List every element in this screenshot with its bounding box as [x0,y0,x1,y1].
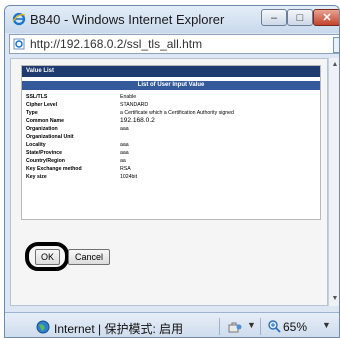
row-key: Cipher Level [26,102,58,108]
row-key: Type [26,110,38,116]
row-key: Locality [26,142,46,148]
table-row: Organizational Unit [22,133,320,141]
row-value: RSA [120,166,131,172]
row-value: aaa [120,126,129,132]
table-row: Cipher Level STANDARD [22,101,320,109]
zoom-level[interactable]: 65% [283,320,307,334]
row-value: 1024bit [120,174,138,180]
zoom-dropdown-arrow-icon[interactable]: ▼ [322,320,331,330]
url-text[interactable]: http://192.168.0.2/ssl_tls_all.htm [30,37,202,51]
table-row: Locality aaa [22,141,320,149]
row-key: Organizational Unit [26,134,74,140]
row-key: Organization [26,126,58,132]
table-row: SSL/TLS Enable [22,93,320,101]
window-title: B840 - Windows Internet Explorer [30,12,225,27]
page-content: Value List List of User Input Value SSL/… [10,58,328,306]
zone-dropdown-arrow-icon[interactable]: ▼ [247,320,256,330]
globe-icon [36,320,50,334]
page-icon [13,38,25,50]
table-row: State/Province aaa [22,149,320,157]
maximize-button[interactable]: □ [287,9,313,26]
panel-title: Value List [22,66,320,77]
table-row: Key Exchange method RSA [22,165,320,173]
zoom-icon[interactable] [267,319,281,333]
row-key: Key size [26,174,47,180]
scroll-up-arrow-icon[interactable]: ▲ [331,61,339,69]
row-key: State/Province [26,150,63,156]
status-bar: Internet | 保护模式: 启用 ▼ 65% ▼ [5,312,339,337]
browser-window: B840 - Windows Internet Explorer – □ ✕ h… [4,5,340,338]
row-value: a Certificate which a Certification Auth… [120,110,234,116]
value-list-panel: Value List List of User Input Value SSL/… [21,65,321,220]
row-value: STANDARD [120,102,149,108]
zone-status-text[interactable]: Internet | 保护模式: 启用 [54,320,183,337]
table-row: Common Name 192.168.0.2 [22,117,320,125]
status-divider [219,318,220,335]
address-bar[interactable]: http://192.168.0.2/ssl_tls_all.htm [9,34,339,54]
internet-explorer-icon [12,12,26,26]
close-button[interactable]: ✕ [313,9,339,26]
table-row: Key size 1024bit [22,173,320,181]
ok-button[interactable]: OK [35,249,60,265]
scroll-down-arrow-icon[interactable]: ▼ [331,295,339,303]
row-key: Country/Region [26,158,65,164]
row-value: aaa [120,150,129,156]
row-value: 192.168.0.2 [120,117,155,124]
row-value: aaa [120,142,129,148]
row-value: Enable [120,94,137,100]
status-divider [260,318,261,335]
cancel-button[interactable]: Cancel [68,249,110,265]
minimize-button[interactable]: – [261,9,287,26]
list-header: List of User Input Value [22,81,320,90]
compatibility-view-icon[interactable] [333,37,339,53]
security-zone-icon[interactable] [228,321,242,333]
row-key: Common Name [26,118,65,124]
table-row: Organization aaa [22,125,320,133]
vertical-scrollbar[interactable]: ▲ ▼ [328,58,339,306]
table-row: Type a Certificate which a Certification… [22,109,320,117]
row-value: aa [120,158,126,164]
table-row: Country/Region aa [22,157,320,165]
title-bar: B840 - Windows Internet Explorer – □ ✕ [5,6,339,33]
row-key: Key Exchange method [26,166,82,172]
row-key: SSL/TLS [26,94,48,100]
